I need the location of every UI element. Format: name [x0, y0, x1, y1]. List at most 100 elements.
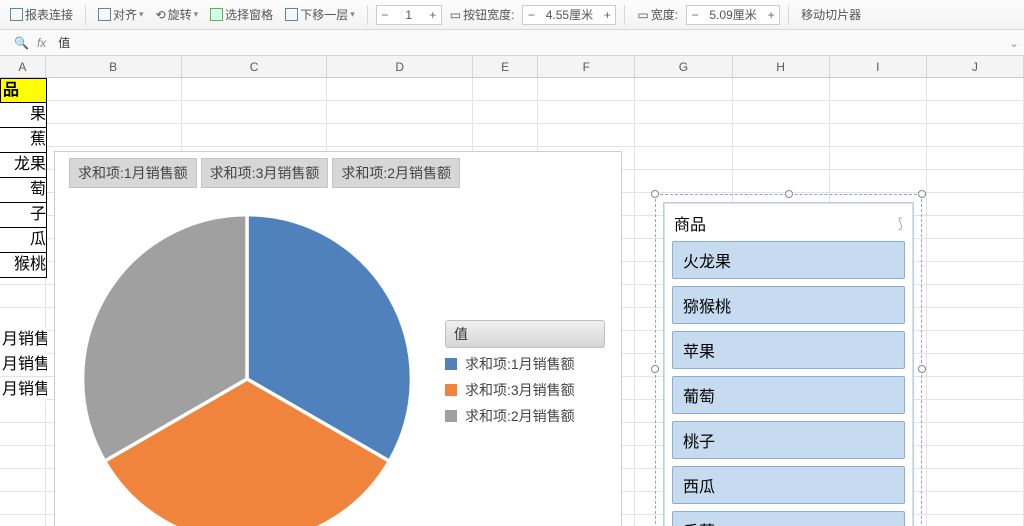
legend-swatch — [445, 410, 457, 422]
chart-field-button[interactable]: 求和项:1月销售额 — [69, 158, 197, 188]
column-headers: ABCDEFGHIJ — [0, 56, 1024, 78]
list-item[interactable]: 月销售 — [0, 353, 47, 376]
slicer-title: 商品 — [674, 211, 706, 235]
legend-label: 求和项:3月销售额 — [465, 380, 575, 400]
report-connection-label: 报表连接 — [25, 6, 73, 23]
list-item[interactable]: 果 — [0, 103, 47, 128]
slicer-width-stepper[interactable]: −5.09厘米+ — [686, 5, 780, 25]
fx-icon[interactable]: fx — [37, 36, 46, 50]
button-width-stepper[interactable]: −4.55厘米+ — [522, 5, 616, 25]
slicer-selection-frame[interactable]: 商品 ⟆ 火龙果猕猴桃苹果葡萄桃子西瓜香蕉 — [655, 194, 922, 526]
layer-icon — [285, 8, 298, 21]
pivot-chart[interactable]: 求和项:1月销售额 求和项:3月销售额 求和项:2月销售额 值 求和项:1月销售… — [54, 151, 622, 526]
slicer-item[interactable]: 猕猴桃 — [672, 286, 905, 324]
list-item[interactable]: 萄 — [0, 178, 47, 203]
list-item[interactable]: 子 — [0, 203, 47, 228]
rotate-icon: ⟲ — [156, 8, 166, 22]
chevron-down-icon: ▾ — [194, 9, 199, 20]
rotate-button[interactable]: ⟲旋转▾ — [152, 4, 203, 25]
width-label-text: 宽度: — [651, 6, 678, 23]
column-header[interactable]: B — [46, 56, 182, 77]
column-header[interactable]: J — [927, 56, 1024, 77]
slicer-item[interactable]: 火龙果 — [672, 241, 905, 279]
quantity-value: 1 — [393, 8, 425, 22]
ribbon-toolbar: 报表连接 对齐▾ ⟲旋转▾ 选择窗格 下移一层▾ −1+ ▭按钮宽度: −4.5… — [0, 0, 1024, 30]
chart-field-button[interactable]: 求和项:3月销售额 — [201, 158, 329, 188]
list-item[interactable]: 月销售 — [0, 328, 47, 351]
send-backward-button[interactable]: 下移一层▾ — [281, 4, 359, 25]
expand-formula-icon[interactable]: ⌄ — [1004, 36, 1024, 50]
plus-icon[interactable]: + — [599, 8, 615, 22]
align-button[interactable]: 对齐▾ — [94, 4, 148, 25]
slicer-item[interactable]: 桃子 — [672, 421, 905, 459]
chart-field-buttons: 求和项:1月销售额 求和项:3月销售额 求和项:2月销售额 — [69, 158, 460, 188]
legend-item[interactable]: 求和项:3月销售额 — [445, 380, 620, 400]
list-item[interactable]: 月销售 — [0, 378, 47, 401]
selection-pane-button[interactable]: 选择窗格 — [206, 4, 277, 25]
button-width-label-text: 按钮宽度: — [463, 6, 514, 23]
column-header[interactable]: C — [182, 56, 328, 77]
list-item[interactable]: 瓜 — [0, 228, 47, 253]
quantity-stepper[interactable]: −1+ — [376, 5, 442, 25]
slicer[interactable]: 商品 ⟆ 火龙果猕猴桃苹果葡萄桃子西瓜香蕉 — [663, 202, 914, 526]
chart-field-button[interactable]: 求和项:2月销售额 — [332, 158, 460, 188]
separator — [85, 5, 86, 25]
slicer-item[interactable]: 西瓜 — [672, 466, 905, 504]
formula-input[interactable] — [54, 34, 996, 52]
minus-icon[interactable]: − — [687, 8, 703, 22]
cell-a-header[interactable]: 品 — [0, 78, 47, 103]
pane-icon — [210, 8, 223, 21]
button-width-label: ▭按钮宽度: — [446, 4, 519, 25]
search-icon[interactable]: 🔍 — [14, 36, 29, 50]
plus-icon[interactable]: + — [763, 8, 779, 22]
align-icon — [98, 8, 111, 21]
slicer-width-label: ▭宽度: — [633, 4, 682, 25]
list-item[interactable]: 蕉 — [0, 128, 47, 153]
clear-filter-icon[interactable]: ⟆ — [898, 215, 903, 232]
column-header[interactable]: F — [538, 56, 635, 77]
slicer-header: 商品 ⟆ — [672, 209, 905, 241]
button-width-value: 4.55厘米 — [539, 6, 599, 23]
minus-icon[interactable]: − — [523, 8, 539, 22]
column-header[interactable]: E — [473, 56, 538, 77]
slicer-item[interactable]: 香蕉 — [672, 511, 905, 526]
send-backward-label: 下移一层 — [300, 6, 348, 23]
worksheet-area[interactable]: ABCDEFGHIJ 品 果蕉龙果萄子瓜猴桃 月销售月销售月销售 求和项:1月销… — [0, 56, 1024, 526]
report-connection-button[interactable]: 报表连接 — [6, 4, 77, 25]
align-label: 对齐 — [113, 6, 137, 23]
slicer-item[interactable]: 苹果 — [672, 331, 905, 369]
minus-icon[interactable]: − — [377, 8, 393, 22]
resize-handle[interactable] — [918, 190, 926, 198]
column-header[interactable]: H — [733, 56, 830, 77]
list-item[interactable]: 猴桃 — [0, 253, 47, 278]
column-header[interactable]: I — [830, 56, 927, 77]
column-header[interactable]: D — [327, 56, 473, 77]
resize-handle[interactable] — [785, 190, 793, 198]
rotate-label: 旋转 — [168, 6, 192, 23]
column-header[interactable]: G — [635, 56, 732, 77]
resize-handle[interactable] — [651, 190, 659, 198]
separator — [367, 5, 368, 25]
legend-title[interactable]: 值 — [445, 320, 605, 348]
link-icon — [10, 8, 23, 21]
plus-icon[interactable]: + — [425, 8, 441, 22]
width-value: 5.09厘米 — [703, 6, 763, 23]
separator — [788, 5, 789, 25]
legend-label: 求和项:1月销售额 — [465, 354, 575, 374]
resize-handle[interactable] — [918, 365, 926, 373]
chevron-down-icon: ▾ — [350, 9, 355, 20]
slicer-item[interactable]: 葡萄 — [672, 376, 905, 414]
width-icon: ▭ — [637, 8, 648, 22]
width-icon: ▭ — [450, 8, 461, 22]
legend-item[interactable]: 求和项:1月销售额 — [445, 354, 620, 374]
column-header[interactable]: A — [0, 56, 46, 77]
formula-bar: 🔍 fx ⌄ — [0, 30, 1024, 56]
chart-legend[interactable]: 值 求和项:1月销售额求和项:3月销售额求和项:2月销售额 — [445, 320, 620, 432]
pie-svg — [69, 206, 425, 526]
pie-chart-plot[interactable] — [69, 206, 425, 526]
move-slicer-button[interactable]: 移动切片器 — [797, 4, 865, 25]
resize-handle[interactable] — [651, 365, 659, 373]
legend-item[interactable]: 求和项:2月销售额 — [445, 406, 620, 426]
list-item[interactable]: 龙果 — [0, 153, 47, 178]
legend-label: 求和项:2月销售额 — [465, 406, 575, 426]
